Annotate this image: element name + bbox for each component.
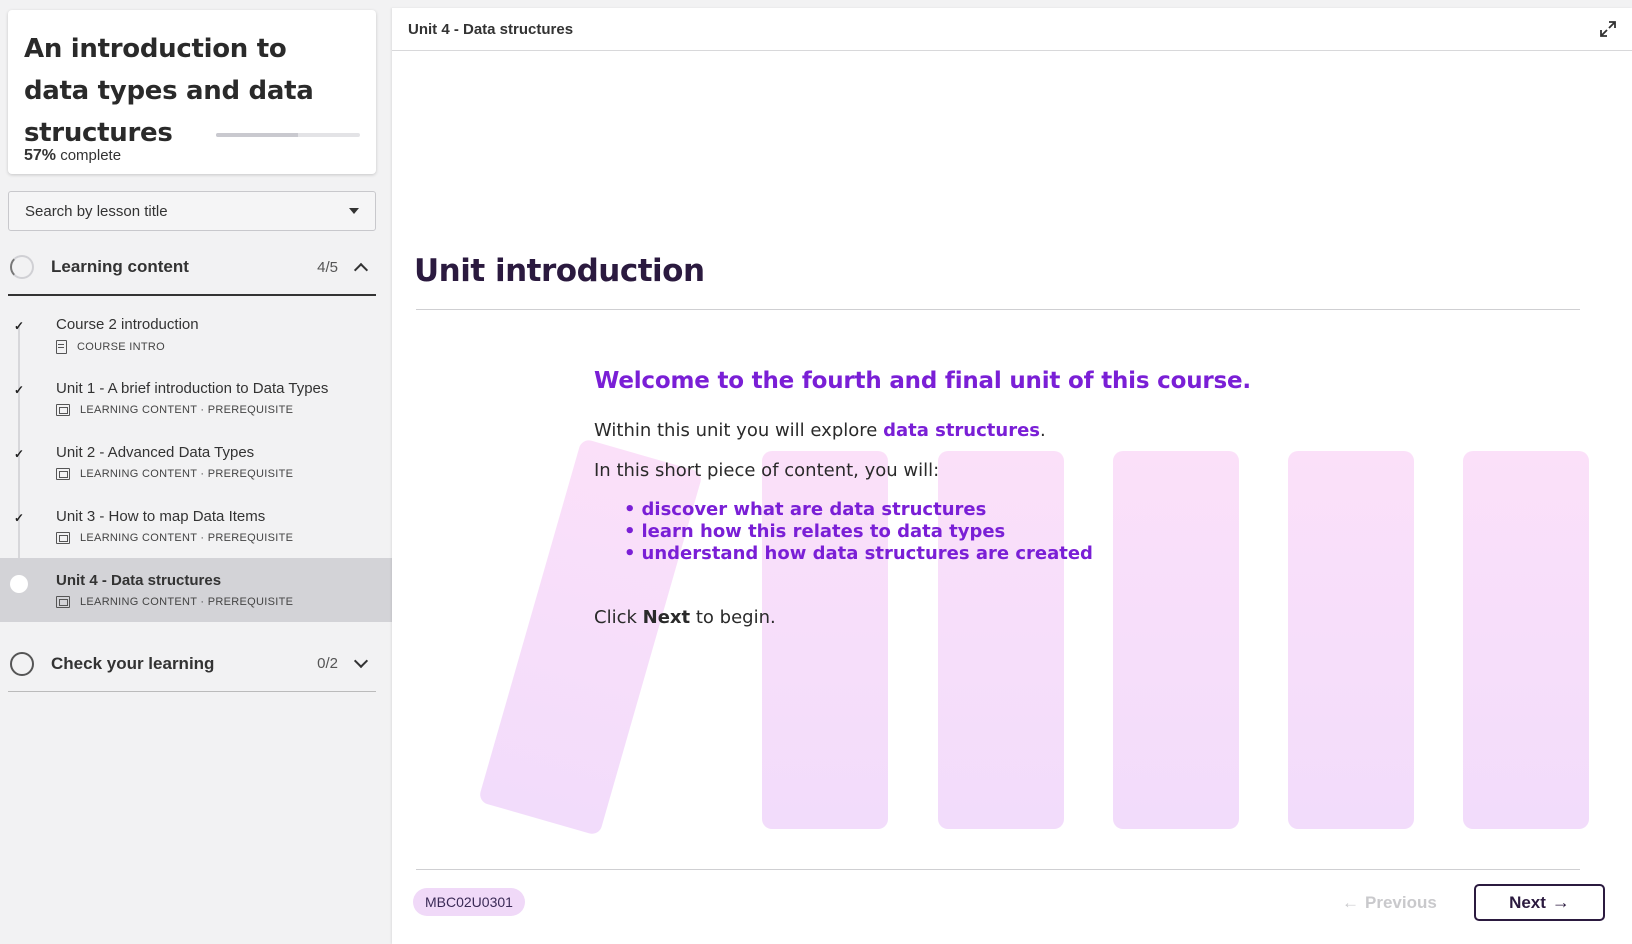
slides-icon <box>56 596 70 608</box>
next-button[interactable]: Next → <box>1474 884 1605 921</box>
section-count: 4/5 <box>317 258 338 276</box>
instruction-suffix: to begin. <box>690 607 776 628</box>
decorative-bar <box>1288 451 1414 829</box>
slides-icon <box>56 532 70 544</box>
course-card: An introduction to data types and data s… <box>8 10 376 174</box>
lesson-list: ✓ Course 2 introduction COURSE INTRO ✓ U… <box>0 302 392 622</box>
section-check-your-learning[interactable]: Check your learning 0/2 <box>8 636 376 692</box>
sidebar: An introduction to data types and data s… <box>0 0 392 944</box>
main-content: Unit 4 - Data structures Unit introducti… <box>392 8 1632 944</box>
slides-icon <box>56 468 70 480</box>
instruction-text: Click Next to begin. <box>594 607 1251 628</box>
check-icon: ✓ <box>13 511 25 525</box>
empty-circle-icon <box>10 651 34 676</box>
previous-button[interactable]: ← Previous <box>1342 888 1437 918</box>
section-learning-content[interactable]: Learning content 4/5 <box>8 240 376 296</box>
lesson-meta: LEARNING CONTENT · PREREQUISITE <box>56 596 392 608</box>
arrow-left-icon: ← <box>1342 893 1359 912</box>
lesson-title: Unit 3 - How to map Data Items <box>56 508 266 525</box>
intro-highlight: data structures <box>883 420 1041 441</box>
slides-icon <box>56 404 70 416</box>
lesson-item[interactable]: ✓ Unit 2 - Advanced Data Types LEARNING … <box>0 430 392 494</box>
lesson-item-active[interactable]: Unit 4 - Data structures LEARNING CONTEN… <box>0 558 392 622</box>
lesson-meta-text: LEARNING CONTENT · PREREQUISITE <box>80 468 294 480</box>
previous-label: Previous <box>1365 893 1437 912</box>
lesson-item[interactable]: ✓ Unit 1 - A brief introduction to Data … <box>0 366 392 430</box>
progress-percent: 57% <box>24 147 57 164</box>
progress-bar-fill <box>216 133 299 137</box>
lesson-item[interactable]: ✓ Unit 3 - How to map Data Items LEARNIN… <box>0 494 392 558</box>
objective-item: learn how this relates to data types <box>624 521 1251 543</box>
unit-heading: Unit introduction <box>414 253 705 289</box>
lesson-meta: LEARNING CONTENT · PREREQUISITE <box>56 468 392 480</box>
lesson-code-badge: MBC02U0301 <box>413 888 525 916</box>
next-label: Next <box>1509 892 1546 912</box>
arrow-right-icon: → <box>1551 892 1570 912</box>
progress-bar <box>216 133 360 137</box>
section-label: Learning content <box>51 257 189 276</box>
lesson-meta: COURSE INTRO <box>56 340 392 354</box>
expand-icon[interactable] <box>1598 19 1618 39</box>
outline-paragraph: In this short piece of content, you will… <box>594 460 940 481</box>
lesson-title: Unit 1 - A brief introduction to Data Ty… <box>56 380 329 397</box>
lesson-meta-text: LEARNING CONTENT · PREREQUISITE <box>80 596 294 608</box>
intro-text: Within this unit you will explore <box>594 420 884 441</box>
app: An introduction to data types and data s… <box>0 0 1632 944</box>
intro-paragraph: Within this unit you will explore data s… <box>594 420 1251 441</box>
lesson-title: Course 2 introduction <box>56 316 199 333</box>
lesson-meta: LEARNING CONTENT · PREREQUISITE <box>56 532 392 544</box>
current-lesson-dot-icon <box>10 575 28 593</box>
welcome-heading: Welcome to the fourth and final unit of … <box>594 368 1251 394</box>
decorative-bar <box>1463 451 1589 829</box>
objective-item: understand how data structures are creat… <box>624 543 1251 565</box>
document-icon <box>56 340 67 354</box>
check-icon: ✓ <box>13 319 25 333</box>
section-label: Check your learning <box>51 653 215 673</box>
progress-suffix: complete <box>56 147 122 164</box>
search-placeholder: Search by lesson title <box>25 202 168 220</box>
lesson-meta-text: COURSE INTRO <box>77 341 165 353</box>
lesson-title: Unit 4 - Data structures <box>56 572 222 589</box>
main-header: Unit 4 - Data structures <box>392 8 1632 51</box>
instruction-bold: Next <box>642 607 691 628</box>
progress-text: 57% complete <box>24 147 121 165</box>
chevron-down-icon[interactable] <box>353 653 369 668</box>
footer-divider <box>416 869 1580 870</box>
lesson-title: Unit 2 - Advanced Data Types <box>56 444 255 461</box>
lesson-item[interactable]: ✓ Course 2 introduction COURSE INTRO <box>0 302 392 366</box>
check-icon: ✓ <box>13 447 25 461</box>
lesson-meta: LEARNING CONTENT · PREREQUISITE <box>56 404 392 416</box>
chevron-up-icon[interactable] <box>353 262 369 278</box>
instruction-prefix: Click <box>594 607 643 628</box>
progress-ring-icon <box>10 255 34 279</box>
lesson-meta-text: LEARNING CONTENT · PREREQUISITE <box>80 532 294 544</box>
caret-down-icon <box>349 208 359 214</box>
check-icon: ✓ <box>13 383 25 397</box>
breadcrumb: Unit 4 - Data structures <box>408 20 574 38</box>
intro-content: Welcome to the fourth and final unit of … <box>594 368 1251 628</box>
intro-suffix: . <box>1040 420 1046 441</box>
section-count: 0/2 <box>317 655 338 672</box>
objectives-list: discover what are data structures learn … <box>624 499 1251 565</box>
lesson-meta-text: LEARNING CONTENT · PREREQUISITE <box>80 404 294 416</box>
objective-item: discover what are data structures <box>624 499 1251 521</box>
lesson-search-select[interactable]: Search by lesson title <box>8 191 376 231</box>
